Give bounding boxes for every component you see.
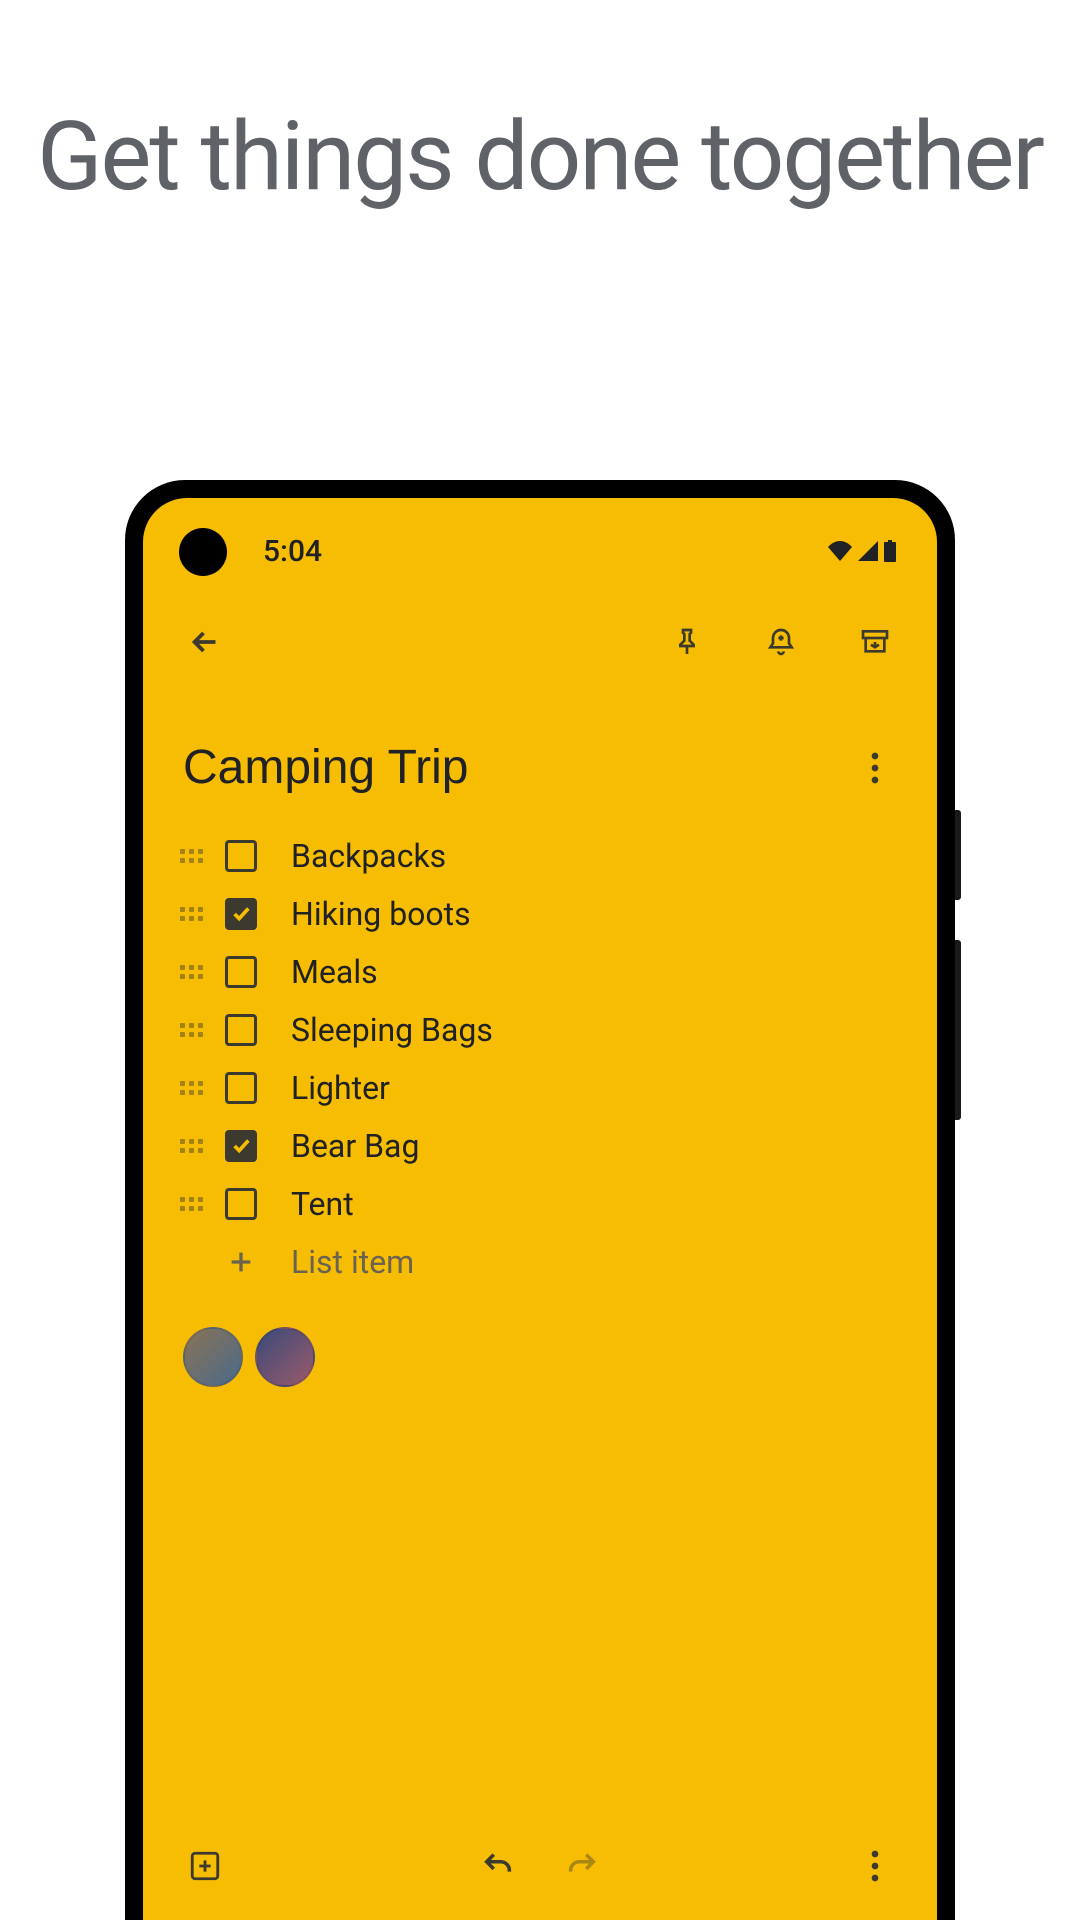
list-item-label[interactable]: Lighter — [291, 1069, 897, 1107]
phone-screen: 5:04 — [143, 498, 937, 1920]
bell-plus-icon — [765, 626, 797, 658]
list-item: Backpacks — [179, 827, 897, 885]
list-item: Hiking boots — [179, 885, 897, 943]
drag-handle-icon[interactable] — [179, 844, 203, 868]
undo-icon — [481, 1849, 515, 1883]
collaborator-avatar[interactable] — [255, 1327, 315, 1387]
checkbox[interactable] — [225, 840, 257, 872]
checkbox[interactable] — [225, 1072, 257, 1104]
note-title-row — [143, 694, 937, 815]
plus-box-icon — [188, 1849, 222, 1883]
list-item: Lighter — [179, 1059, 897, 1117]
status-bar: 5:04 — [143, 498, 937, 576]
add-item-placeholder: List item — [291, 1243, 414, 1281]
collaborators — [143, 1291, 937, 1423]
archive-button[interactable] — [853, 620, 897, 664]
list-item-label[interactable]: Tent — [291, 1185, 897, 1223]
list-item-label[interactable]: Bear Bag — [291, 1127, 897, 1165]
archive-icon — [859, 626, 891, 658]
back-button[interactable] — [183, 620, 227, 664]
more-vert-icon — [871, 752, 879, 784]
drag-handle-icon[interactable] — [179, 1192, 203, 1216]
checkbox[interactable] — [225, 956, 257, 988]
pin-icon — [671, 626, 703, 658]
wifi-icon — [827, 541, 853, 561]
marketing-headline: Get things done together — [0, 0, 1080, 215]
collaborator-avatar[interactable] — [183, 1327, 243, 1387]
camera-hole — [179, 528, 227, 576]
arrow-left-icon — [187, 624, 223, 660]
list-item: Sleeping Bags — [179, 1001, 897, 1059]
note-title-input[interactable] — [183, 740, 853, 795]
drag-handle-icon[interactable] — [179, 902, 203, 926]
checkbox[interactable] — [225, 1188, 257, 1220]
note-overflow-button[interactable] — [853, 746, 897, 790]
drag-handle-icon[interactable] — [179, 960, 203, 984]
list-item: Bear Bag — [179, 1117, 897, 1175]
undo-button[interactable] — [476, 1844, 520, 1888]
redo-icon — [565, 1849, 599, 1883]
checkbox[interactable] — [225, 1130, 257, 1162]
checklist: Backpacks Hiking boots Meals Sleeping Bags L… — [143, 815, 937, 1291]
bottom-overflow-button[interactable] — [853, 1844, 897, 1888]
drag-handle-icon[interactable] — [179, 1076, 203, 1100]
list-item: Meals — [179, 943, 897, 1001]
bottom-toolbar — [143, 1824, 937, 1920]
plus-icon — [225, 1246, 257, 1278]
pin-button[interactable] — [665, 620, 709, 664]
list-item-label[interactable]: Sleeping Bags — [291, 1011, 897, 1049]
list-item-label[interactable]: Backpacks — [291, 837, 897, 875]
reminder-button[interactable] — [759, 620, 803, 664]
redo-button[interactable] — [560, 1844, 604, 1888]
phone-frame: 5:04 — [125, 480, 955, 1920]
checkbox[interactable] — [225, 898, 257, 930]
status-icons — [827, 540, 897, 562]
list-item-label[interactable]: Hiking boots — [291, 895, 897, 933]
cellular-icon — [857, 541, 879, 561]
drag-handle-icon[interactable] — [179, 1134, 203, 1158]
phone-side-button — [955, 810, 961, 900]
phone-mockup: 5:04 — [125, 480, 955, 1920]
phone-side-button — [955, 940, 961, 1120]
list-item: Tent — [179, 1175, 897, 1233]
checkbox[interactable] — [225, 1014, 257, 1046]
status-time: 5:04 — [263, 534, 322, 569]
drag-handle-icon[interactable] — [179, 1018, 203, 1042]
list-item-label[interactable]: Meals — [291, 953, 897, 991]
add-content-button[interactable] — [183, 1844, 227, 1888]
add-list-item[interactable]: List item — [179, 1233, 897, 1291]
note-app-bar — [143, 576, 937, 694]
more-vert-icon — [871, 1850, 879, 1882]
battery-icon — [883, 540, 897, 562]
